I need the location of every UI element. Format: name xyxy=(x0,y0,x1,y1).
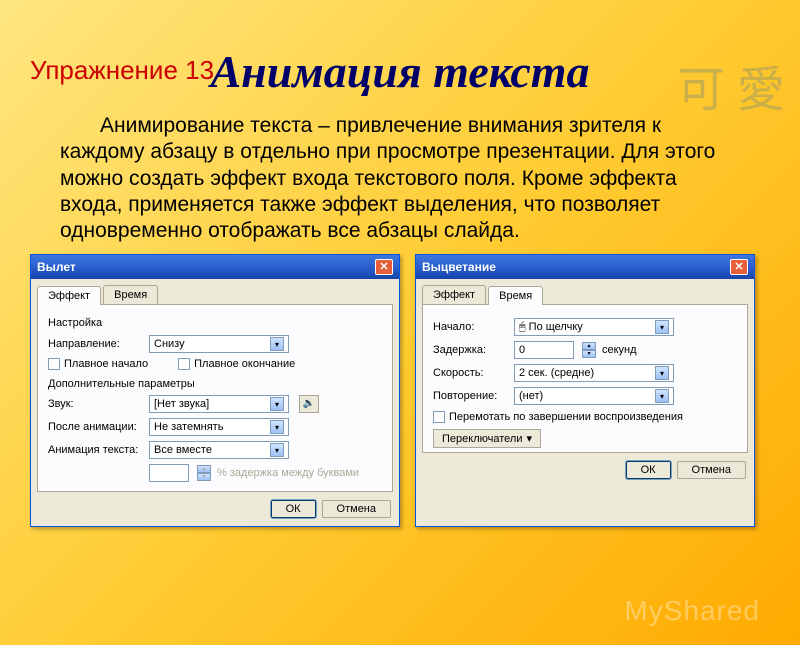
text-anim-label: Анимация текста: xyxy=(48,444,143,456)
speed-value: 2 сек. (средне) xyxy=(519,367,594,379)
delay-hint: % задержка между буквами xyxy=(217,467,359,479)
cancel-button[interactable]: Отмена xyxy=(322,500,391,518)
dialog-vylet: Вылет ✕ Эффект Время Настройка Направлен… xyxy=(30,254,400,527)
start-label: Начало: xyxy=(433,321,508,333)
tab-time[interactable]: Время xyxy=(488,286,543,305)
direction-combo[interactable]: Снизу ▾ xyxy=(149,335,289,353)
ok-button[interactable]: ОК xyxy=(626,461,671,479)
titlebar[interactable]: Выцветание ✕ xyxy=(416,255,754,279)
chevron-down-icon[interactable]: ▾ xyxy=(655,389,669,403)
group-extra: Дополнительные параметры xyxy=(48,378,382,390)
chevron-down-icon[interactable]: ▾ xyxy=(270,397,284,411)
dialog-title: Выцветание xyxy=(422,260,496,274)
group-settings: Настройка xyxy=(48,317,382,329)
delay-field xyxy=(149,464,189,482)
spin-down-icon[interactable]: ▾ xyxy=(582,350,596,358)
delay-unit: секунд xyxy=(602,344,637,356)
chevron-down-icon[interactable]: ▾ xyxy=(270,420,284,434)
after-combo[interactable]: Не затемнять ▾ xyxy=(149,418,289,436)
speaker-icon[interactable]: 🔈 xyxy=(299,395,319,413)
repeat-label: Повторение: xyxy=(433,390,508,402)
body-paragraph: Анимирование текста – привлечение вниман… xyxy=(60,113,740,244)
chevron-down-icon[interactable]: ▾ xyxy=(270,443,284,457)
delay-field[interactable]: 0 xyxy=(514,341,574,359)
close-icon[interactable]: ✕ xyxy=(730,259,748,275)
smooth-start-checkbox[interactable]: Плавное начало xyxy=(48,358,148,370)
chevron-down-icon[interactable]: ▾ xyxy=(655,366,669,380)
after-label: После анимации: xyxy=(48,421,143,433)
ok-button[interactable]: ОК xyxy=(271,500,316,518)
text-anim-combo[interactable]: Все вместе ▾ xyxy=(149,441,289,459)
checkbox-icon[interactable] xyxy=(48,358,60,370)
repeat-value: (нет) xyxy=(519,390,543,402)
close-icon[interactable]: ✕ xyxy=(375,259,393,275)
toggles-label: Переключатели xyxy=(442,433,522,445)
sound-label: Звук: xyxy=(48,398,143,410)
checkbox-icon[interactable] xyxy=(433,411,445,423)
smooth-end-label: Плавное окончание xyxy=(194,358,295,370)
spin-up-icon[interactable]: ▴ xyxy=(582,342,596,350)
exercise-label: Упражнение 13 xyxy=(30,55,214,86)
chevron-down-icon: ▾ xyxy=(526,432,532,445)
direction-label: Направление: xyxy=(48,338,143,350)
rewind-checkbox[interactable]: Перемотать по завершении воспроизведения xyxy=(433,411,737,423)
spin-up-icon: ▴ xyxy=(197,465,211,473)
dialog-title: Вылет xyxy=(37,260,76,274)
toggles-button[interactable]: Переключатели ▾ xyxy=(433,429,541,448)
sound-combo[interactable]: [Нет звука] ▾ xyxy=(149,395,289,413)
after-value: Не затемнять xyxy=(154,421,223,433)
chevron-down-icon[interactable]: ▾ xyxy=(270,337,284,351)
repeat-combo[interactable]: (нет) ▾ xyxy=(514,387,674,405)
smooth-start-label: Плавное начало xyxy=(64,358,148,370)
direction-value: Снизу xyxy=(154,338,185,350)
titlebar[interactable]: Вылет ✕ xyxy=(31,255,399,279)
decor-chars: 可 愛 xyxy=(677,50,785,120)
mouse-icon: 🖱 xyxy=(519,321,526,333)
text-anim-value: Все вместе xyxy=(154,444,212,456)
checkbox-icon[interactable] xyxy=(178,358,190,370)
tab-effect[interactable]: Эффект xyxy=(422,285,486,304)
start-combo[interactable]: 🖱 По щелчку ▾ xyxy=(514,318,674,336)
delay-label: Задержка: xyxy=(433,344,508,356)
cancel-button[interactable]: Отмена xyxy=(677,461,746,479)
tab-effect[interactable]: Эффект xyxy=(37,286,101,305)
start-value: 🖱 По щелчку xyxy=(519,321,583,334)
speed-combo[interactable]: 2 сек. (средне) ▾ xyxy=(514,364,674,382)
speed-label: Скорость: xyxy=(433,367,508,379)
dialog-vytsvetanie: Выцветание ✕ Эффект Время Начало: 🖱 По щ… xyxy=(415,254,755,527)
rewind-label: Перемотать по завершении воспроизведения xyxy=(449,411,683,423)
chevron-down-icon[interactable]: ▾ xyxy=(655,320,669,334)
spin-down-icon: ▾ xyxy=(197,473,211,481)
tab-time[interactable]: Время xyxy=(103,285,158,304)
sound-value: [Нет звука] xyxy=(154,398,209,410)
smooth-end-checkbox[interactable]: Плавное окончание xyxy=(178,358,295,370)
